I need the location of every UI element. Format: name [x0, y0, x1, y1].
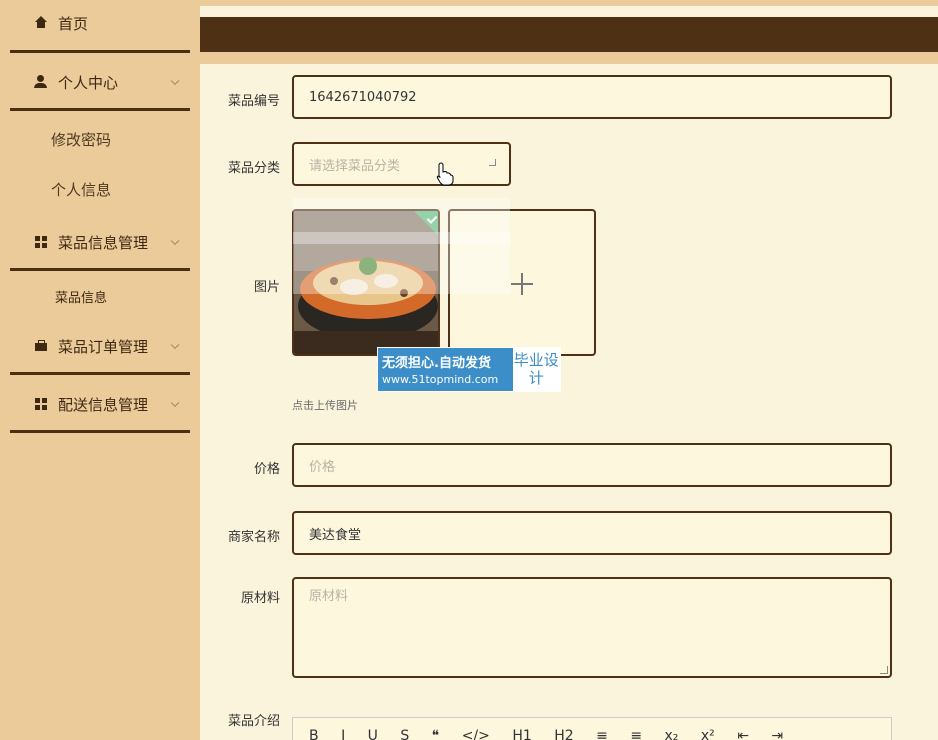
price-input[interactable]: 价格	[292, 443, 892, 487]
quote-button[interactable]: ❝	[432, 728, 440, 740]
watermark-badge: 无须担心.自动发货 www.51topmind.com 毕业设计	[377, 347, 561, 392]
divider	[10, 430, 190, 433]
chevron-down-icon	[170, 236, 180, 246]
superscript-button[interactable]: x²	[701, 728, 715, 740]
home-icon	[34, 16, 48, 30]
dish-code-value: 1642671040792	[309, 89, 417, 105]
sidebar-item-change-password[interactable]: 修改密码	[51, 129, 111, 150]
strike-button[interactable]: S	[400, 728, 409, 740]
upload-hint: 点击上传图片	[292, 399, 358, 412]
merchant-value: 美达食堂	[309, 527, 362, 543]
merchant-label: 商家名称	[227, 530, 280, 545]
watermark-line2: www.51topmind.com	[382, 373, 499, 386]
subscript-button[interactable]: x₂	[665, 728, 679, 740]
sidebar-item-home[interactable]: 首页	[10, 12, 190, 34]
sidebar-item-dish-info[interactable]: 菜品信息	[55, 287, 107, 306]
divider	[10, 372, 190, 375]
category-dropdown-ghost	[293, 198, 510, 294]
intro-label: 菜品介绍	[227, 714, 280, 729]
dropdown-highlight	[293, 232, 510, 244]
ordered-list-button[interactable]: ≡	[596, 728, 608, 740]
sidebar-item-delivery-mgmt[interactable]: 配送信息管理	[10, 393, 190, 415]
divider	[10, 50, 190, 53]
indent-button[interactable]: ⇥	[771, 728, 783, 740]
material-label: 原材料	[240, 591, 280, 606]
sidebar-item-dish-info-mgmt[interactable]: 菜品信息管理	[10, 231, 190, 253]
category-select[interactable]: 请选择菜品分类	[292, 142, 511, 186]
top-strip	[200, 0, 938, 6]
price-placeholder: 价格	[309, 459, 336, 475]
watermark-left: 无须担心.自动发货 www.51topmind.com	[378, 348, 513, 391]
category-placeholder: 请选择菜品分类	[309, 158, 401, 174]
category-label: 菜品分类	[227, 161, 280, 176]
sidebar-item-dish-order-mgmt[interactable]: 菜品订单管理	[10, 335, 190, 357]
sidebar-item-personal-center[interactable]: 个人中心	[10, 71, 190, 93]
dish-code-label: 菜品编号	[227, 94, 280, 109]
sidebar-item-label: 菜品信息管理	[58, 233, 149, 252]
chevron-down-icon	[170, 398, 180, 408]
sidebar-item-personal-info[interactable]: 个人信息	[51, 179, 111, 200]
watermark-line1: 无须担心.自动发货	[382, 356, 491, 371]
sidebar: 首页 个人中心 修改密码 个人信息 菜品信息管理 菜品信息 菜品订单管理 配送信…	[0, 0, 200, 740]
material-textarea[interactable]: 原材料	[292, 577, 892, 678]
underline-button[interactable]: U	[368, 728, 378, 740]
chevron-down-icon	[170, 76, 180, 86]
price-label: 价格	[253, 462, 280, 477]
grid-icon	[34, 235, 48, 249]
chevron-down-icon	[170, 340, 180, 350]
header-underline	[200, 52, 938, 64]
sidebar-item-label: 首页	[58, 14, 89, 33]
dish-code-field[interactable]: 1642671040792	[292, 75, 892, 119]
divider	[10, 108, 190, 111]
hand-cursor-icon	[436, 162, 454, 186]
h1-button[interactable]: H1	[512, 728, 531, 740]
select-arrow-icon	[489, 159, 496, 166]
user-icon	[34, 75, 48, 89]
header-bar	[200, 17, 938, 52]
italic-button[interactable]: I	[341, 728, 345, 740]
sidebar-item-label: 配送信息管理	[58, 395, 149, 414]
image-label: 图片	[253, 280, 280, 295]
resize-handle-icon[interactable]	[880, 666, 888, 674]
bold-button[interactable]: B	[309, 728, 319, 740]
divider	[10, 268, 190, 271]
bullet-list-button[interactable]: ≡	[630, 728, 642, 740]
sidebar-item-label: 菜品订单管理	[58, 337, 149, 356]
merchant-input[interactable]: 美达食堂	[292, 511, 892, 555]
code-button[interactable]: </>	[462, 728, 490, 740]
material-placeholder: 原材料	[309, 589, 349, 604]
watermark-right: 毕业设计	[512, 348, 560, 391]
rich-text-toolbar: B I U S ❝ </> H1 H2 ≡ ≡ x₂ x² ⇤ ⇥	[292, 717, 892, 740]
briefcase-icon	[34, 339, 48, 353]
sidebar-item-label: 个人中心	[58, 73, 119, 92]
grid-icon	[34, 397, 48, 411]
outdent-button[interactable]: ⇤	[737, 728, 749, 740]
plus-icon	[511, 273, 533, 295]
h2-button[interactable]: H2	[554, 728, 573, 740]
